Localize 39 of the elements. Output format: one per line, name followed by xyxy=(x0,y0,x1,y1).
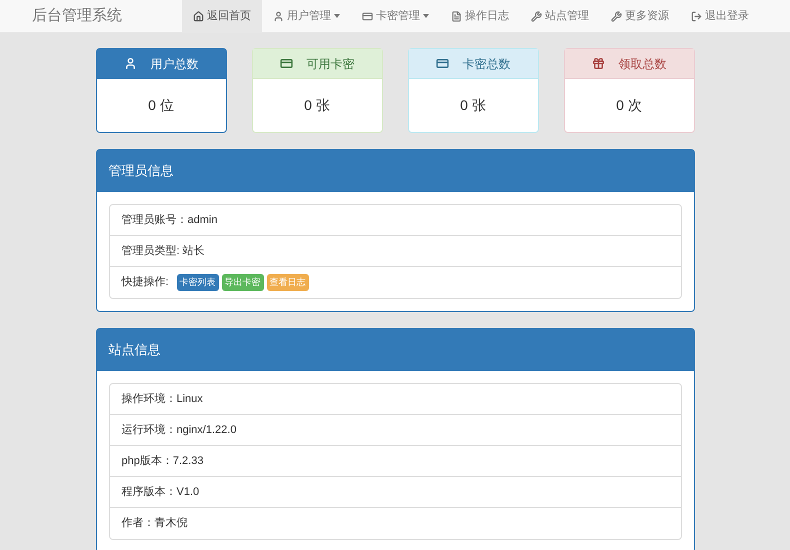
info-text: php版本：7.2.33 xyxy=(122,454,204,469)
stat-title: 可用卡密 xyxy=(306,56,354,72)
info-text: 管理员账号：admin xyxy=(122,212,218,228)
stat-title: 用户总数 xyxy=(150,56,198,72)
info-text: 操作环境：Linux xyxy=(122,392,203,407)
nav-link[interactable]: 操作日志 xyxy=(440,0,520,32)
brand-title: 后台管理系统 xyxy=(32,6,123,26)
wrench-icon xyxy=(531,10,542,22)
card-icon xyxy=(362,10,373,22)
nav-link[interactable]: 退出登录 xyxy=(680,0,760,32)
panel-title: 站点信息 xyxy=(108,342,160,357)
logout-icon xyxy=(691,10,702,22)
info-text: 程序版本：V1.0 xyxy=(122,484,200,500)
card-icon xyxy=(436,57,448,70)
user-icon xyxy=(124,57,136,70)
nav-link[interactable]: 用户管理 xyxy=(262,0,351,32)
user-icon xyxy=(273,10,284,22)
gift-icon xyxy=(592,57,604,70)
stat-value: 0 张 xyxy=(304,96,330,115)
nav-link[interactable]: 站点管理 xyxy=(520,0,600,32)
card-icon xyxy=(280,57,292,70)
wrench-icon xyxy=(611,10,622,22)
stat-value: 0 次 xyxy=(616,96,642,115)
stat-title: 领取总数 xyxy=(618,56,666,72)
quick-action-button[interactable]: 卡密列表 xyxy=(176,274,219,292)
stat-title: 卡密总数 xyxy=(462,56,510,72)
stat-value: 0 位 xyxy=(148,96,174,115)
nav-link[interactable]: 更多资源 xyxy=(600,0,680,32)
document-icon xyxy=(451,10,462,22)
house-icon xyxy=(193,10,204,22)
stat-value: 0 张 xyxy=(460,96,486,115)
info-text: 运行环境：nginx/1.22.0 xyxy=(122,422,236,438)
quick-action-button[interactable]: 导出卡密 xyxy=(222,274,264,292)
info-text: 管理员类型: 站长 xyxy=(122,244,205,259)
nav-link[interactable]: 返回首页 xyxy=(182,0,262,32)
nav-link[interactable]: 卡密管理 xyxy=(351,0,440,32)
info-text: 作者：青木倪 xyxy=(122,516,188,532)
quick-actions-label: 快捷操作: xyxy=(122,275,169,290)
panel-title: 管理员信息 xyxy=(108,163,174,178)
